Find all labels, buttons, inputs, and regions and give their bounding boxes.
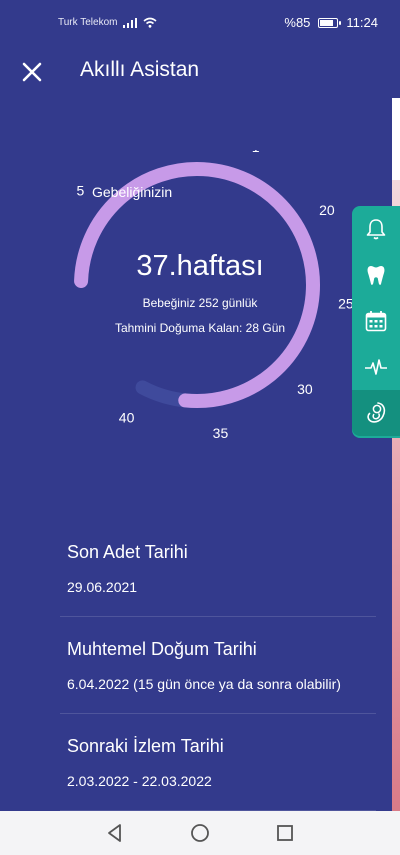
gauge-tick-label: 1 [252, 150, 260, 155]
remaining-days-text: Tahmini Doğuma Kalan: 28 Gün [114, 321, 286, 335]
close-button[interactable] [18, 58, 46, 86]
next-checkup-label: Sonraki İzlem Tarihi [67, 736, 224, 756]
status-bar: Turk Telekom %85 11:24 [0, 0, 400, 44]
clock: 11:24 [346, 15, 378, 30]
list-item: Muhtemel Doğum Tarihi 6.04.2022 (15 gün … [60, 617, 376, 714]
home-icon [191, 824, 209, 842]
last-period-value: 29.06.2021 [67, 579, 138, 595]
week-text: 37.haftası [136, 250, 264, 282]
dental-button[interactable] [352, 252, 400, 298]
list-item: Son Adet Tarihi 29.06.2021 [60, 520, 376, 617]
back-icon [108, 824, 121, 842]
calendar-button[interactable] [352, 298, 400, 344]
status-right: %85 11:24 [284, 15, 378, 30]
recents-icon [277, 825, 293, 841]
gauge-tick-label: 30 [297, 381, 313, 397]
fetus-icon [367, 402, 386, 423]
recents-button[interactable] [273, 821, 297, 845]
gauge-svg: 51012025303540 [74, 131, 354, 441]
gauge-tick-label: 5 [77, 183, 85, 199]
tooth-icon [367, 266, 385, 285]
last-period-label: Son Adet Tarihi [67, 542, 188, 562]
heartbeat-icon [365, 359, 387, 375]
due-date-label: Muhtemel Doğum Tarihi [67, 639, 257, 659]
app-header: Akıllı Asistan [0, 50, 400, 94]
gauge-progress-arc [74, 162, 320, 408]
pregnancy-gauge: 51012025303540 Gebeliğinizin 37.haftası … [0, 131, 400, 480]
pregnancy-info-list: Son Adet Tarihi 29.06.2021 Muhtemel Doğu… [60, 520, 376, 811]
baby-age-text: Bebeğiniz 252 günlük [142, 296, 258, 310]
notifications-button[interactable] [352, 206, 400, 252]
page-title: Akıllı Asistan [80, 58, 200, 81]
due-date-value: 6.04.2022 (15 gün önce ya da sonra olabi… [67, 676, 341, 692]
calendar-icon [365, 311, 387, 332]
list-item: Sonraki İzlem Tarihi 2.03.2022 - 22.03.2… [60, 714, 376, 811]
next-checkup-value: 2.03.2022 - 22.03.2022 [67, 773, 212, 789]
gauge-tick-label: 35 [213, 425, 229, 441]
home-button[interactable] [188, 821, 212, 845]
battery-percent: %85 [284, 15, 311, 30]
system-nav-bar [0, 811, 400, 855]
bell-icon [366, 219, 386, 240]
wifi-icon [143, 17, 157, 28]
signal-icon [123, 17, 138, 28]
heartbeat-button[interactable] [352, 344, 400, 390]
gauge-label: Gebeliğinizin [92, 184, 173, 200]
carrier-name: Turk Telekom [58, 17, 118, 28]
battery-fill [320, 19, 334, 26]
battery-icon [318, 17, 342, 28]
close-icon [22, 62, 42, 82]
status-left: Turk Telekom [58, 17, 157, 28]
quick-actions-panel [352, 206, 400, 438]
gauge-tick-label: 40 [119, 409, 135, 425]
pregnancy-button[interactable] [352, 390, 400, 436]
gauge-tick-label: 20 [319, 202, 335, 218]
back-button[interactable] [103, 821, 127, 845]
